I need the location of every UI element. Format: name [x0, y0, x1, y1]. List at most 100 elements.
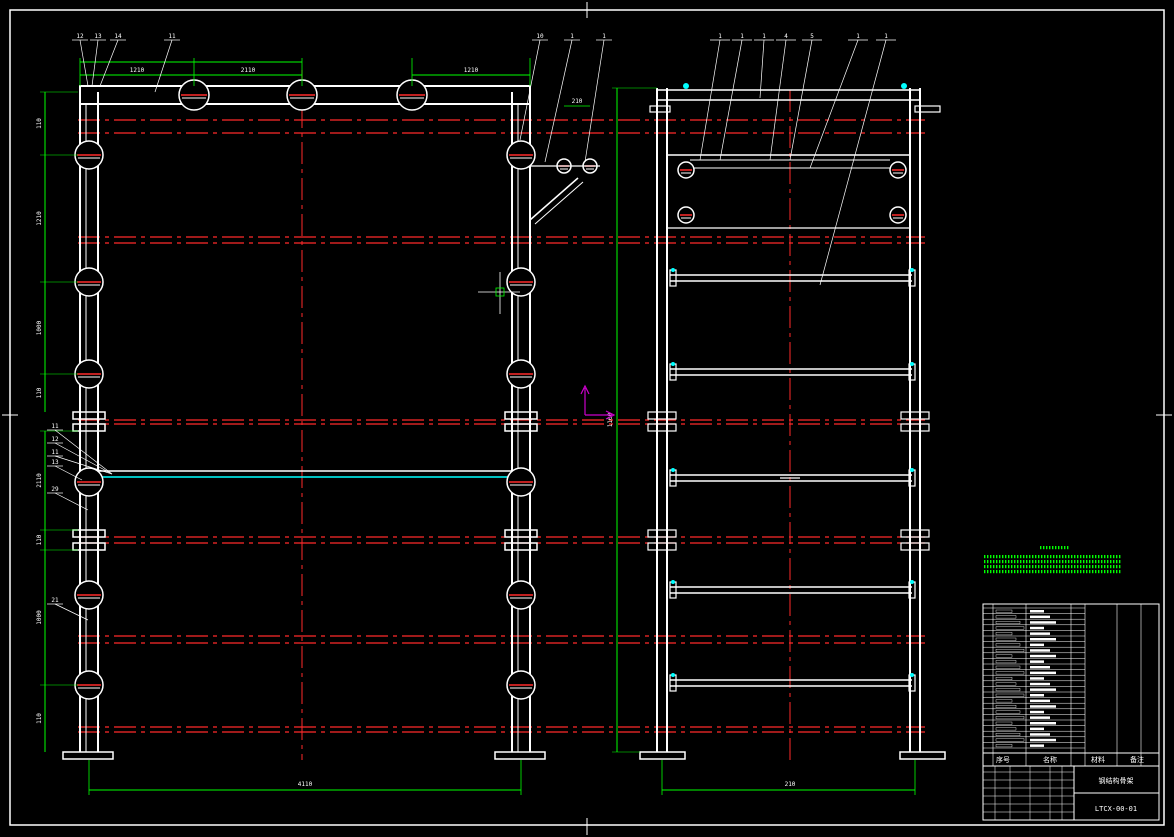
- side-bolt: [669, 581, 677, 599]
- bom-entry: [995, 654, 1013, 658]
- bom-entry: [995, 637, 1017, 641]
- side-bolt-head: [671, 468, 675, 472]
- note-glyph: [1113, 560, 1115, 564]
- note-title-glyph: [1067, 546, 1069, 550]
- note-glyph: [1053, 555, 1055, 559]
- note-glyph: [1023, 570, 1025, 574]
- bom-entry: [995, 632, 1013, 636]
- note-glyph: [1044, 555, 1046, 559]
- leader-line: [91, 39, 99, 87]
- leader-line: [819, 39, 887, 286]
- note-glyph: [1065, 560, 1067, 564]
- note-glyph: [1083, 560, 1085, 564]
- note-glyph: [1044, 560, 1046, 564]
- note-glyph: [1047, 565, 1049, 569]
- note-title-glyph: [1058, 546, 1060, 550]
- note-glyph: [1119, 570, 1121, 574]
- note-glyph: [1044, 565, 1046, 569]
- note-glyph: [1020, 555, 1022, 559]
- bom-entry-text: [1030, 621, 1056, 624]
- note-glyph: [1035, 560, 1037, 564]
- header-remark: 备注: [1130, 755, 1144, 764]
- note-glyph: [1089, 565, 1091, 569]
- leader-label: 21: [51, 597, 59, 604]
- note-glyph: [1077, 555, 1079, 559]
- note-glyph: [996, 560, 998, 564]
- side-bolt-head: [671, 268, 675, 272]
- note-glyph: [1113, 555, 1115, 559]
- note-glyph: [1089, 560, 1091, 564]
- note-glyph: [1059, 570, 1061, 574]
- note-glyph: [996, 555, 998, 559]
- note-glyph: [1101, 565, 1103, 569]
- bom-entry-text: [1030, 677, 1044, 680]
- leader-line: [154, 39, 173, 93]
- note-glyph: [1023, 560, 1025, 564]
- bom-entry: [995, 621, 1021, 624]
- note-glyph: [984, 565, 986, 569]
- drawing-name: 钢结构骨架: [1099, 776, 1134, 785]
- note-glyph: [1116, 555, 1118, 559]
- note-glyph: [1095, 555, 1097, 559]
- side-bolt-head: [901, 83, 907, 89]
- bom-entry-text: [1030, 727, 1044, 731]
- note-glyph: [1092, 555, 1094, 559]
- bom-entry: [995, 721, 1013, 725]
- note-title-glyph: [1055, 546, 1057, 550]
- leader-label: 5: [810, 33, 814, 40]
- note-glyph: [1008, 570, 1010, 574]
- leader-line: [54, 492, 89, 511]
- note-glyph: [1098, 565, 1100, 569]
- note-glyph: [1113, 565, 1115, 569]
- leader-label: 12: [76, 33, 84, 40]
- note-glyph: [1074, 560, 1076, 564]
- note-glyph: [1059, 565, 1061, 569]
- drawing-border: [9, 9, 1165, 826]
- flange: [504, 529, 538, 538]
- note-glyph: [1056, 560, 1058, 564]
- front-view: [62, 70, 925, 760]
- note-title-glyph: [1049, 546, 1051, 550]
- note-glyph: [1086, 565, 1088, 569]
- header-material: 材料: [1091, 755, 1105, 764]
- bom-entry-text: [1030, 649, 1050, 652]
- diagonal-brace: [534, 181, 584, 225]
- note-glyph: [1101, 570, 1103, 574]
- note-glyph: [1017, 560, 1019, 564]
- bom-entry-text: [1030, 632, 1050, 635]
- header-name: 名称: [1043, 755, 1057, 764]
- note-glyph: [1005, 570, 1007, 574]
- note-title-glyph: [1052, 546, 1054, 550]
- side-bolt-head: [910, 468, 914, 472]
- leader-label: 14: [114, 33, 122, 40]
- dim-text-top: 2110: [241, 67, 256, 74]
- note-glyph: [1014, 560, 1016, 564]
- note-glyph: [1056, 565, 1058, 569]
- leader-label: 1: [856, 33, 860, 40]
- note-glyph: [1026, 570, 1028, 574]
- note-title-glyph: [1046, 546, 1048, 550]
- note-glyph: [1041, 555, 1043, 559]
- note-glyph: [1086, 560, 1088, 564]
- note-glyph: [1008, 555, 1010, 559]
- side-base-plate: [639, 751, 686, 760]
- side-bolt-head: [910, 268, 914, 272]
- note-glyph: [1008, 560, 1010, 564]
- flange: [72, 542, 106, 551]
- bom-entry-text: [1030, 666, 1050, 669]
- note-glyph: [1071, 555, 1073, 559]
- note-glyph: [1029, 560, 1031, 564]
- note-title-glyph: [1064, 546, 1066, 550]
- note-glyph: [1077, 570, 1079, 574]
- bom-entry: [995, 716, 1025, 720]
- note-glyph: [987, 560, 989, 564]
- dim-text-left: 110: [36, 534, 43, 545]
- leader-line: [544, 39, 573, 163]
- note-glyph: [1017, 570, 1019, 574]
- note-glyph: [1104, 555, 1106, 559]
- side-flange: [900, 423, 930, 432]
- note-glyph: [1035, 565, 1037, 569]
- note-glyph: [987, 565, 989, 569]
- note-glyph: [1029, 555, 1031, 559]
- side-flange: [900, 529, 930, 538]
